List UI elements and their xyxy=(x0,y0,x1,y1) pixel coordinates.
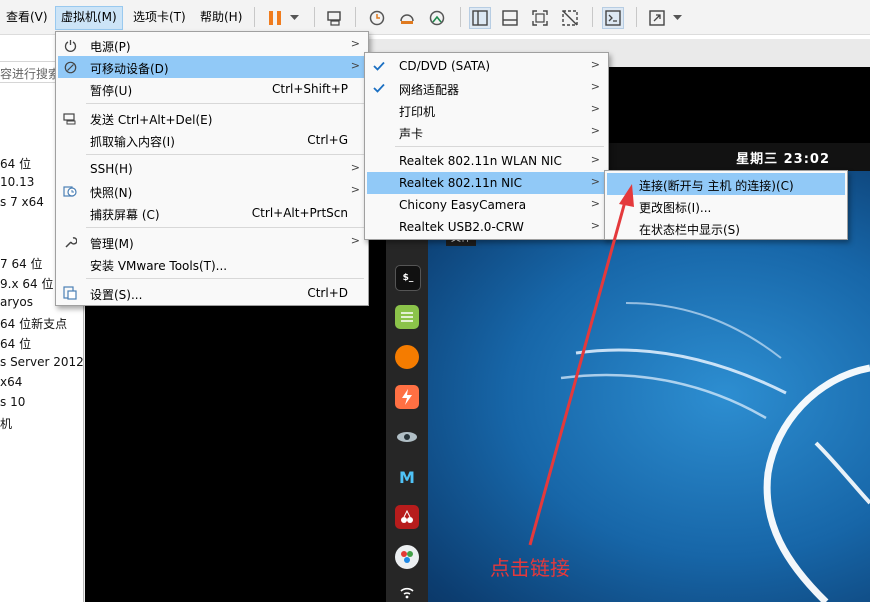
annotation-arrow-icon xyxy=(528,184,634,546)
annotation-text: 点击链接 xyxy=(490,556,570,580)
